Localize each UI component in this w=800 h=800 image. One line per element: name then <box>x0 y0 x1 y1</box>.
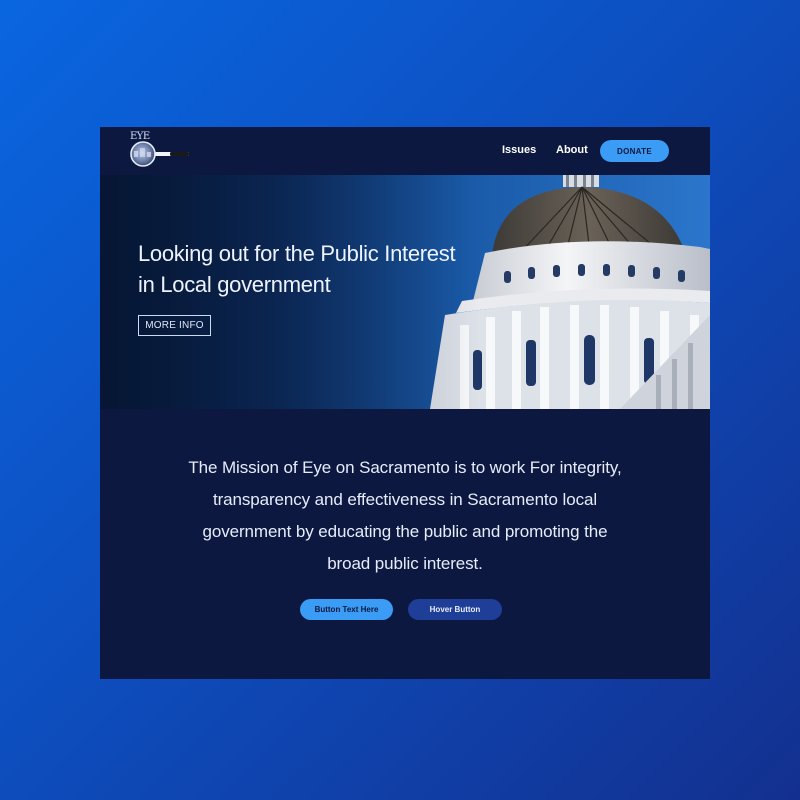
logo[interactable]: EYE <box>126 131 192 171</box>
hero-title: Looking out for the Public Interest in L… <box>138 241 456 297</box>
website-mockup: EYE Issues About DONATE Looking out for … <box>100 127 710 679</box>
donate-button[interactable]: DONATE <box>600 140 669 162</box>
mission-statement: The Mission of Eye on Sacramento is to w… <box>188 458 622 573</box>
logo-text: EYE <box>130 131 150 142</box>
hover-button[interactable]: Hover Button <box>408 599 502 620</box>
nav-link-about[interactable]: About <box>556 144 588 156</box>
hero-banner: Looking out for the Public Interest in L… <box>100 175 710 409</box>
nav-link-issues[interactable]: Issues <box>502 144 536 156</box>
top-nav: EYE Issues About DONATE <box>100 127 710 175</box>
primary-button[interactable]: Button Text Here <box>300 599 393 620</box>
more-info-button[interactable]: MORE INFO <box>138 315 211 336</box>
